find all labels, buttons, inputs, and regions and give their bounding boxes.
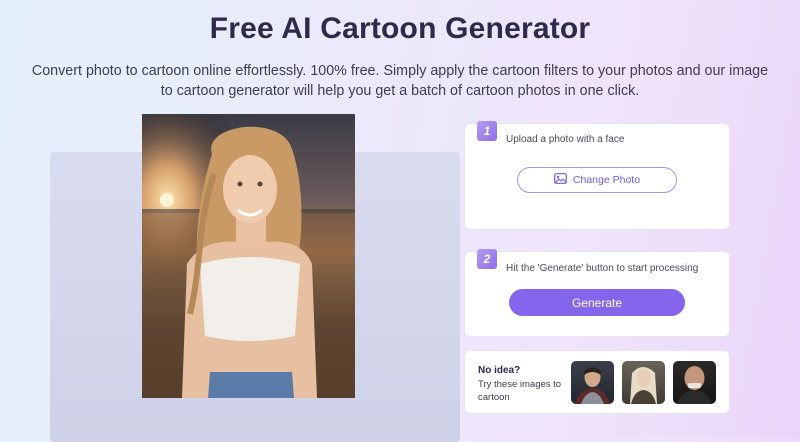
step-number-badge: 1 <box>477 121 497 141</box>
step-number-badge: 2 <box>477 249 497 269</box>
upload-step-text: Upload a photo with a face <box>506 134 625 145</box>
uploaded-photo <box>142 114 355 398</box>
generate-button[interactable]: Generate <box>509 289 685 316</box>
sample-images-card: No idea? Try these images to cartoon <box>464 350 730 414</box>
image-icon <box>554 173 567 187</box>
page-subtitle: Convert photo to cartoon online effortle… <box>31 63 769 99</box>
change-photo-button[interactable]: Change Photo <box>517 167 677 193</box>
page-title: Free AI Cartoon Generator <box>209 12 591 45</box>
change-photo-label: Change Photo <box>572 174 641 186</box>
sample-image-blonde-woman[interactable] <box>622 361 665 404</box>
sample-image-bald-man[interactable] <box>673 361 716 404</box>
generate-step-text: Hit the 'Generate' button to start proce… <box>506 263 699 274</box>
upload-step-card: 1 Upload a photo with a face Change Phot… <box>464 121 730 230</box>
no-idea-title: No idea? <box>478 365 521 376</box>
no-idea-text: Try these images to cartoon <box>478 379 562 403</box>
sample-image-armored-man[interactable] <box>571 361 614 404</box>
generate-step-card: 2 Hit the 'Generate' button to start pro… <box>464 249 730 337</box>
